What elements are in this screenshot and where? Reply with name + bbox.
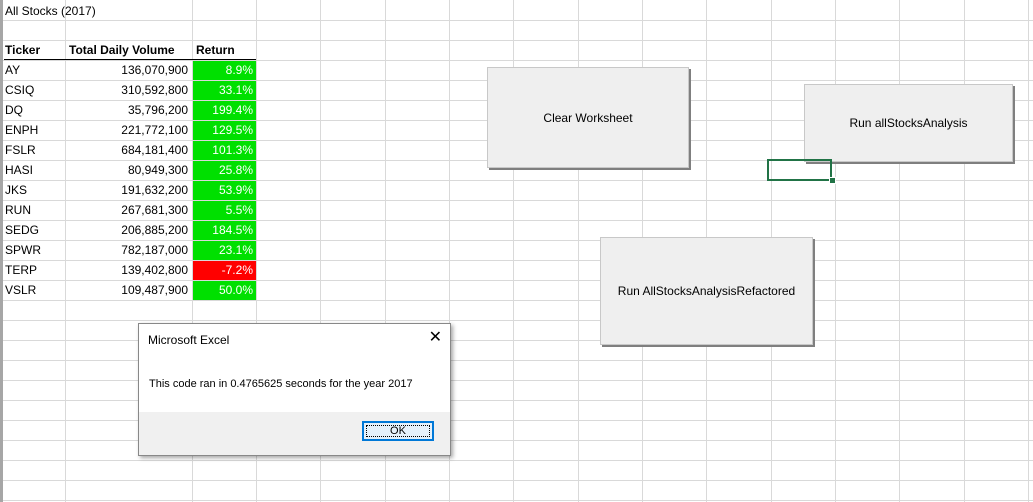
clear-worksheet-button[interactable]: Clear Worksheet [487, 67, 689, 168]
cell-volume[interactable]: 206,885,200 [66, 221, 190, 240]
cell-ticker[interactable]: VSLR [5, 281, 65, 300]
header-return[interactable]: Return [196, 41, 256, 60]
cell-volume[interactable]: 267,681,300 [66, 201, 190, 220]
cell-volume[interactable]: 221,772,100 [66, 121, 190, 140]
cell-return[interactable]: 199.4% [193, 101, 256, 120]
cell-ticker[interactable]: HASI [5, 161, 65, 180]
cell-ticker[interactable]: ENPH [5, 121, 65, 140]
cell-ticker[interactable]: FSLR [5, 141, 65, 160]
cell-return[interactable]: 184.5% [193, 221, 256, 240]
cell-ticker[interactable]: JKS [5, 181, 65, 200]
close-icon[interactable]: ✕ [429, 329, 442, 347]
cell-volume[interactable]: 136,070,900 [66, 61, 190, 80]
cell-return[interactable]: 8.9% [193, 61, 256, 80]
column-gridline [899, 0, 900, 502]
row-gridline [0, 500, 1033, 501]
header-border [4, 59, 256, 60]
cell-volume[interactable]: 310,592,800 [66, 81, 190, 100]
dialog-title: Microsoft Excel [148, 333, 230, 347]
header-total-daily-volume[interactable]: Total Daily Volume [69, 41, 193, 60]
cell-volume[interactable]: 139,402,800 [66, 261, 190, 280]
dialog-footer: OK [139, 412, 450, 455]
dialog-message: This code ran in 0.4765625 seconds for t… [149, 378, 413, 390]
cell-volume[interactable]: 80,949,300 [66, 161, 190, 180]
cell-ticker[interactable]: CSIQ [5, 81, 65, 100]
column-gridline [964, 0, 965, 502]
cell-volume[interactable]: 109,487,900 [66, 281, 190, 300]
cell-return[interactable]: 25.8% [193, 161, 256, 180]
row-gridline [0, 300, 1033, 301]
run-all-stocks-analysis-button[interactable]: Run allStocksAnalysis [804, 84, 1013, 162]
cell-ticker[interactable]: DQ [5, 101, 65, 120]
column-gridline [1028, 0, 1029, 502]
cell-ticker[interactable]: TERP [5, 261, 65, 280]
cell-volume[interactable]: 191,632,200 [66, 181, 190, 200]
row-header-edge [0, 0, 3, 502]
selected-cell[interactable] [767, 159, 832, 181]
cell-return[interactable]: 53.9% [193, 181, 256, 200]
header-ticker[interactable]: Ticker [5, 41, 65, 60]
fill-handle[interactable] [829, 177, 836, 184]
cell-ticker[interactable]: SEDG [5, 221, 65, 240]
cell-ticker[interactable]: RUN [5, 201, 65, 220]
cell-volume[interactable]: 684,181,400 [66, 141, 190, 160]
ok-button[interactable]: OK [362, 421, 434, 441]
column-gridline [835, 0, 836, 502]
cell-volume[interactable]: 782,187,000 [66, 241, 190, 260]
row-gridline [0, 460, 1033, 461]
cell-return[interactable]: 33.1% [193, 81, 256, 100]
cell-return[interactable]: 50.0% [193, 281, 256, 300]
cell-return[interactable]: -7.2% [193, 261, 256, 280]
row-gridline [0, 480, 1033, 481]
cell-ticker[interactable]: AY [5, 61, 65, 80]
sheet-title-cell[interactable]: All Stocks (2017) [5, 2, 96, 21]
run-all-stocks-analysis-refactored-button[interactable]: Run AllStocksAnalysisRefactored [600, 237, 813, 345]
row-gridline [0, 320, 1033, 321]
cell-return[interactable]: 129.5% [193, 121, 256, 140]
row-gridline [0, 20, 1033, 21]
cell-return[interactable]: 5.5% [193, 201, 256, 220]
cell-ticker[interactable]: SPWR [5, 241, 65, 260]
message-dialog: Microsoft Excel ✕ This code ran in 0.476… [138, 323, 451, 456]
cell-return[interactable]: 101.3% [193, 141, 256, 160]
cell-volume[interactable]: 35,796,200 [66, 101, 190, 120]
cell-return[interactable]: 23.1% [193, 241, 256, 260]
